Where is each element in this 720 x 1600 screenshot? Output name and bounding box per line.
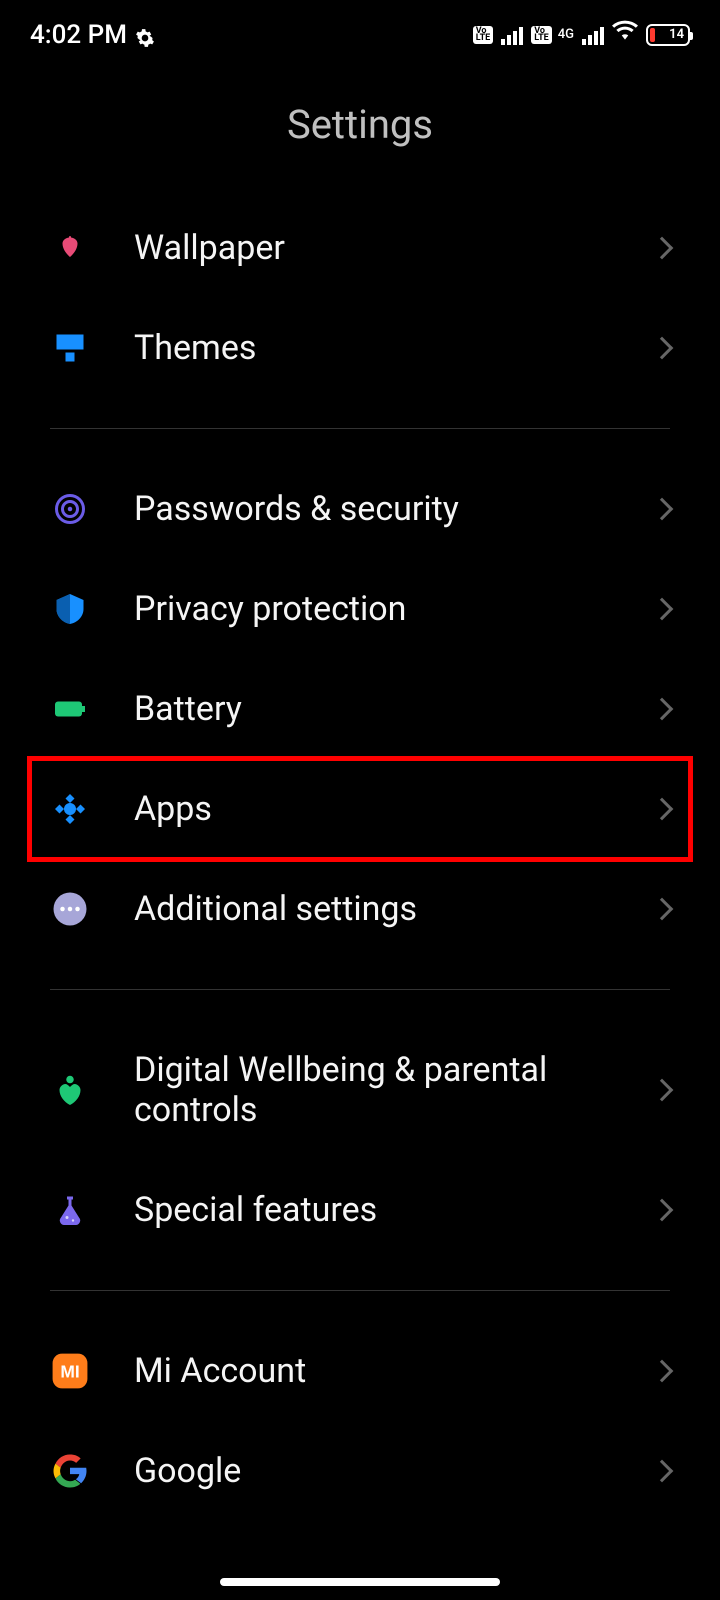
shield-icon (50, 589, 90, 629)
item-label: Special features (134, 1190, 610, 1230)
status-right: VoLTE VoLTE 4G 14 (473, 18, 690, 51)
svg-text:MI: MI (60, 1361, 79, 1381)
chevron-right-icon (651, 1079, 674, 1102)
network-label: 4G (558, 30, 574, 40)
divider (50, 428, 670, 429)
chevron-right-icon (651, 798, 674, 821)
settings-item-google[interactable]: Google (50, 1421, 670, 1521)
settings-item-apps[interactable]: Apps (30, 759, 690, 859)
signal-icon-2 (582, 25, 604, 45)
item-label: Mi Account (134, 1351, 610, 1391)
themes-icon (50, 328, 90, 368)
status-left: 4:02 PM (30, 20, 155, 50)
battery-icon: 14 (646, 24, 690, 46)
chevron-right-icon (651, 337, 674, 360)
volte-icon-2: VoLTE (531, 26, 552, 44)
chevron-right-icon (651, 698, 674, 721)
item-label: Apps (134, 789, 610, 829)
signal-icon (501, 25, 523, 45)
navigation-bar-handle[interactable] (220, 1578, 500, 1586)
divider (50, 1290, 670, 1291)
more-icon (50, 889, 90, 929)
fingerprint-icon (50, 489, 90, 529)
settings-item-special[interactable]: Special features (50, 1160, 670, 1260)
wifi-icon (612, 18, 638, 51)
chevron-right-icon (651, 1199, 674, 1222)
status-bar: 4:02 PM VoLTE VoLTE 4G 14 (0, 0, 720, 61)
chevron-right-icon (651, 1360, 674, 1383)
settings-item-themes[interactable]: Themes (50, 298, 670, 398)
settings-item-privacy[interactable]: Privacy protection (50, 559, 670, 659)
settings-list: Wallpaper Themes Passwords & security Pr… (0, 198, 720, 1521)
chevron-right-icon (651, 498, 674, 521)
item-label: Additional settings (134, 889, 610, 929)
chevron-right-icon (651, 898, 674, 921)
settings-item-miaccount[interactable]: MI Mi Account (50, 1321, 670, 1421)
item-label: Wallpaper (134, 228, 610, 268)
battery-item-icon (50, 689, 90, 729)
item-label: Passwords & security (134, 489, 610, 529)
settings-item-battery[interactable]: Battery (50, 659, 670, 759)
settings-item-passwords[interactable]: Passwords & security (50, 459, 670, 559)
divider (50, 989, 670, 990)
mi-icon: MI (50, 1351, 90, 1391)
item-label: Battery (134, 689, 610, 729)
battery-level: 14 (669, 27, 684, 42)
settings-item-wellbeing[interactable]: Digital Wellbeing & parental controls (50, 1020, 670, 1160)
volte-icon: VoLTE (473, 26, 494, 44)
settings-item-additional[interactable]: Additional settings (50, 859, 670, 959)
item-label: Privacy protection (134, 589, 610, 629)
chevron-right-icon (651, 598, 674, 621)
chevron-right-icon (651, 1460, 674, 1483)
chevron-right-icon (651, 237, 674, 260)
wallpaper-icon (50, 228, 90, 268)
google-icon (50, 1451, 90, 1491)
item-label: Themes (134, 328, 610, 368)
settings-item-wallpaper[interactable]: Wallpaper (50, 198, 670, 298)
settings-indicator-icon (135, 25, 155, 45)
flask-icon (50, 1190, 90, 1230)
apps-icon (50, 789, 90, 829)
item-label: Digital Wellbeing & parental controls (134, 1050, 610, 1130)
wellbeing-icon (50, 1070, 90, 1110)
status-time: 4:02 PM (30, 20, 127, 50)
item-label: Google (134, 1451, 610, 1491)
page-title: Settings (0, 61, 720, 198)
